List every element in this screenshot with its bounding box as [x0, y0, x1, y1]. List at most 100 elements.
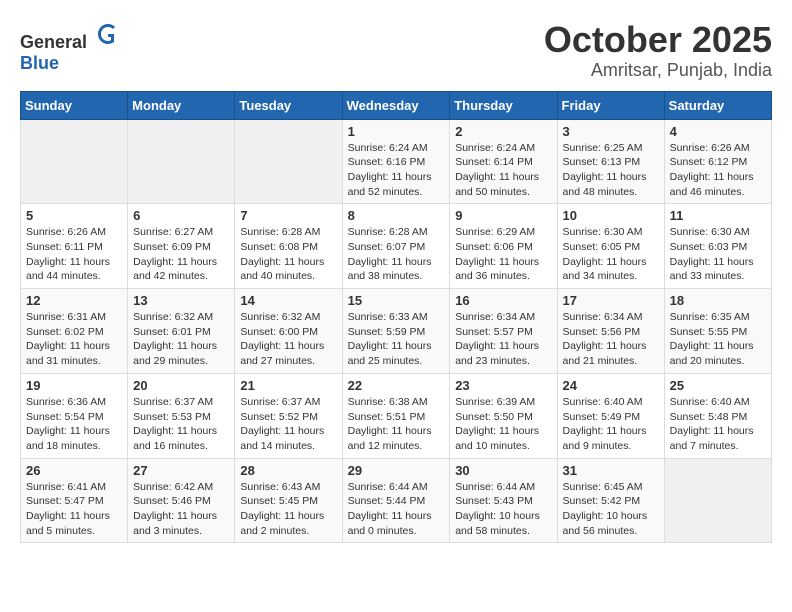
day-info: Sunrise: 6:32 AM Sunset: 6:01 PM Dayligh… — [133, 310, 229, 369]
day-number: 30 — [455, 463, 551, 478]
calendar-cell: 19Sunrise: 6:36 AM Sunset: 5:54 PM Dayli… — [21, 373, 128, 458]
day-info: Sunrise: 6:30 AM Sunset: 6:05 PM Dayligh… — [563, 225, 659, 284]
calendar-cell: 8 Sunrise: 6:28 AM Sunset: 6:07 PM Daylig… — [342, 204, 450, 289]
day-info: Sunrise: 6:30 AM Sunset: 6:03 PM Dayligh… — [670, 225, 766, 284]
day-info: Sunrise: 6:41 AM Sunset: 5:47 PM Dayligh… — [26, 480, 122, 539]
day-number: 31 — [563, 463, 659, 478]
calendar-header-thursday: Thursday — [450, 91, 557, 119]
calendar-cell: 25 Sunrise: 6:40 AM Sunset: 5:48 PM Dayli… — [664, 373, 771, 458]
calendar-week-row: 26 Sunrise: 6:41 AM Sunset: 5:47 PM Dayli… — [21, 458, 772, 543]
calendar-cell: 3 Sunrise: 6:25 AM Sunset: 6:13 PM Daylig… — [557, 119, 664, 204]
calendar-cell: 26 Sunrise: 6:41 AM Sunset: 5:47 PM Dayli… — [21, 458, 128, 543]
calendar-cell: 14Sunrise: 6:32 AM Sunset: 6:00 PM Dayli… — [235, 289, 342, 374]
calendar-cell: 27Sunrise: 6:42 AM Sunset: 5:46 PM Dayli… — [128, 458, 235, 543]
day-number: 19 — [26, 378, 122, 393]
day-number: 24 — [563, 378, 659, 393]
calendar-cell: 30 Sunrise: 6:44 AM Sunset: 5:43 PM Dayli… — [450, 458, 557, 543]
location-title: Amritsar, Punjab, India — [544, 60, 772, 81]
day-info: Sunrise: 6:40 AM Sunset: 5:48 PM Dayligh… — [670, 395, 766, 454]
calendar-cell: 15 Sunrise: 6:33 AM Sunset: 5:59 PM Dayli… — [342, 289, 450, 374]
calendar-cell: 22Sunrise: 6:38 AM Sunset: 5:51 PM Dayli… — [342, 373, 450, 458]
calendar-cell: 4Sunrise: 6:26 AM Sunset: 6:12 PM Daylig… — [664, 119, 771, 204]
day-number: 10 — [563, 208, 659, 223]
calendar-cell: 6 Sunrise: 6:27 AM Sunset: 6:09 PM Daylig… — [128, 204, 235, 289]
calendar-cell: 28 Sunrise: 6:43 AM Sunset: 5:45 PM Dayli… — [235, 458, 342, 543]
day-number: 2 — [455, 124, 551, 139]
day-number: 7 — [240, 208, 336, 223]
calendar-cell: 9Sunrise: 6:29 AM Sunset: 6:06 PM Daylig… — [450, 204, 557, 289]
calendar-cell: 29Sunrise: 6:44 AM Sunset: 5:44 PM Dayli… — [342, 458, 450, 543]
day-number: 6 — [133, 208, 229, 223]
calendar-cell: 13Sunrise: 6:32 AM Sunset: 6:01 PM Dayli… — [128, 289, 235, 374]
day-number: 23 — [455, 378, 551, 393]
day-number: 29 — [348, 463, 445, 478]
calendar-cell — [21, 119, 128, 204]
logo-icon — [94, 20, 122, 48]
calendar-cell: 21 Sunrise: 6:37 AM Sunset: 5:52 PM Dayli… — [235, 373, 342, 458]
day-info: Sunrise: 6:35 AM Sunset: 5:55 PM Dayligh… — [670, 310, 766, 369]
day-info: Sunrise: 6:28 AM Sunset: 6:07 PM Dayligh… — [348, 225, 445, 284]
day-number: 17 — [563, 293, 659, 308]
day-number: 4 — [670, 124, 766, 139]
day-number: 18 — [670, 293, 766, 308]
calendar-header-friday: Friday — [557, 91, 664, 119]
day-info: Sunrise: 6:27 AM Sunset: 6:09 PM Dayligh… — [133, 225, 229, 284]
calendar-header-tuesday: Tuesday — [235, 91, 342, 119]
day-info: Sunrise: 6:45 AM Sunset: 5:42 PM Dayligh… — [563, 480, 659, 539]
day-number: 8 — [348, 208, 445, 223]
day-info: Sunrise: 6:25 AM Sunset: 6:13 PM Dayligh… — [563, 141, 659, 200]
day-number: 5 — [26, 208, 122, 223]
day-number: 28 — [240, 463, 336, 478]
day-info: Sunrise: 6:34 AM Sunset: 5:56 PM Dayligh… — [563, 310, 659, 369]
calendar-cell: 1 Sunrise: 6:24 AM Sunset: 6:16 PM Daylig… — [342, 119, 450, 204]
day-info: Sunrise: 6:37 AM Sunset: 5:53 PM Dayligh… — [133, 395, 229, 454]
logo-general: General — [20, 32, 87, 52]
calendar-cell: 24 Sunrise: 6:40 AM Sunset: 5:49 PM Dayli… — [557, 373, 664, 458]
day-number: 27 — [133, 463, 229, 478]
calendar-week-row: 12 Sunrise: 6:31 AM Sunset: 6:02 PM Dayli… — [21, 289, 772, 374]
day-info: Sunrise: 6:24 AM Sunset: 6:14 PM Dayligh… — [455, 141, 551, 200]
calendar-cell: 10 Sunrise: 6:30 AM Sunset: 6:05 PM Dayli… — [557, 204, 664, 289]
calendar-cell: 12 Sunrise: 6:31 AM Sunset: 6:02 PM Dayli… — [21, 289, 128, 374]
day-info: Sunrise: 6:44 AM Sunset: 5:43 PM Dayligh… — [455, 480, 551, 539]
calendar-cell — [128, 119, 235, 204]
calendar-cell: 5 Sunrise: 6:26 AM Sunset: 6:11 PM Daylig… — [21, 204, 128, 289]
day-number: 21 — [240, 378, 336, 393]
calendar-cell: 11 Sunrise: 6:30 AM Sunset: 6:03 PM Dayli… — [664, 204, 771, 289]
calendar-table: SundayMondayTuesdayWednesdayThursdayFrid… — [20, 91, 772, 544]
calendar-cell: 16Sunrise: 6:34 AM Sunset: 5:57 PM Dayli… — [450, 289, 557, 374]
day-number: 3 — [563, 124, 659, 139]
calendar-week-row: 19Sunrise: 6:36 AM Sunset: 5:54 PM Dayli… — [21, 373, 772, 458]
logo-text: General Blue — [20, 20, 122, 74]
day-info: Sunrise: 6:24 AM Sunset: 6:16 PM Dayligh… — [348, 141, 445, 200]
calendar-header-saturday: Saturday — [664, 91, 771, 119]
day-number: 14 — [240, 293, 336, 308]
calendar-cell — [664, 458, 771, 543]
month-title: October 2025 — [544, 20, 772, 60]
day-info: Sunrise: 6:28 AM Sunset: 6:08 PM Dayligh… — [240, 225, 336, 284]
day-number: 11 — [670, 208, 766, 223]
day-number: 12 — [26, 293, 122, 308]
day-number: 15 — [348, 293, 445, 308]
day-number: 22 — [348, 378, 445, 393]
day-info: Sunrise: 6:34 AM Sunset: 5:57 PM Dayligh… — [455, 310, 551, 369]
logo: General Blue — [20, 20, 122, 74]
day-info: Sunrise: 6:31 AM Sunset: 6:02 PM Dayligh… — [26, 310, 122, 369]
calendar-cell: 7 Sunrise: 6:28 AM Sunset: 6:08 PM Daylig… — [235, 204, 342, 289]
day-number: 26 — [26, 463, 122, 478]
day-info: Sunrise: 6:39 AM Sunset: 5:50 PM Dayligh… — [455, 395, 551, 454]
calendar-header-monday: Monday — [128, 91, 235, 119]
day-info: Sunrise: 6:26 AM Sunset: 6:11 PM Dayligh… — [26, 225, 122, 284]
calendar-header-wednesday: Wednesday — [342, 91, 450, 119]
calendar-header-sunday: Sunday — [21, 91, 128, 119]
calendar-header-row: SundayMondayTuesdayWednesdayThursdayFrid… — [21, 91, 772, 119]
day-info: Sunrise: 6:40 AM Sunset: 5:49 PM Dayligh… — [563, 395, 659, 454]
day-info: Sunrise: 6:37 AM Sunset: 5:52 PM Dayligh… — [240, 395, 336, 454]
calendar-cell — [235, 119, 342, 204]
day-number: 25 — [670, 378, 766, 393]
day-number: 1 — [348, 124, 445, 139]
day-info: Sunrise: 6:33 AM Sunset: 5:59 PM Dayligh… — [348, 310, 445, 369]
day-info: Sunrise: 6:43 AM Sunset: 5:45 PM Dayligh… — [240, 480, 336, 539]
logo-blue: Blue — [20, 53, 59, 73]
calendar-cell: 2 Sunrise: 6:24 AM Sunset: 6:14 PM Daylig… — [450, 119, 557, 204]
